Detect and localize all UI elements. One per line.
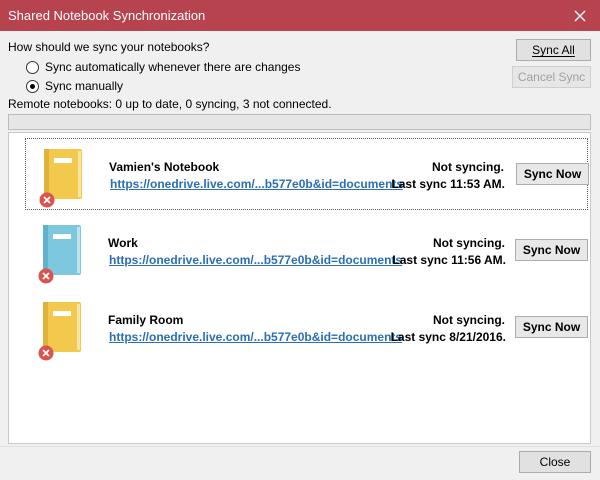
cancel-sync-label: Cancel Sync (517, 70, 586, 84)
close-button[interactable]: Close (519, 451, 591, 473)
title-bar: Shared Notebook Synchronization (0, 0, 600, 31)
close-icon (574, 10, 586, 21)
sync-now-button[interactable]: Sync Now (516, 163, 589, 185)
notebook-name: Work (108, 236, 138, 250)
close-window-button[interactable] (560, 0, 600, 31)
error-x-icon (38, 345, 54, 361)
notebook-link[interactable]: https://onedrive.live.com/...b577e0b&id=… (110, 177, 403, 191)
sync-now-label: Sync Now (522, 320, 581, 334)
notebook-last-sync: Last sync 11:53 AM. (391, 177, 505, 191)
footer-divider (0, 446, 600, 447)
notebook-link[interactable]: https://onedrive.live.com/...b577e0b&id=… (109, 330, 402, 344)
notebook-sync-status: Not syncing. (432, 313, 505, 327)
sync-automatically-option[interactable]: Sync automatically whenever there are ch… (26, 60, 300, 74)
notebook-name: Vamien's Notebook (109, 160, 220, 174)
notebook-last-sync: Last sync 11:56 AM. (392, 253, 506, 267)
notebook-sync-status: Not syncing. (431, 160, 504, 174)
error-x-icon (38, 268, 54, 284)
sync-progress-bar (8, 114, 591, 130)
sync-now-button[interactable]: Sync Now (515, 316, 588, 338)
notebook-name: Family Room (108, 313, 184, 327)
sync-all-label: Sync All (532, 43, 575, 57)
notebook-last-sync: Last sync 8/21/2016. (390, 330, 506, 344)
sync-automatically-radio[interactable] (26, 60, 39, 74)
sync-now-label: Sync Now (523, 167, 582, 181)
sync-now-label: Sync Now (522, 243, 581, 257)
close-button-label: Close (539, 455, 571, 469)
sync-automatically-label: Sync automatically whenever there are ch… (45, 60, 301, 74)
error-x-icon (39, 192, 55, 208)
sync-manually-radio[interactable] (26, 79, 39, 93)
remote-status-text: Remote notebooks: 0 up to date, 0 syncin… (8, 97, 332, 111)
notebook-list: Vamien's Notebook https://onedrive.live.c… (8, 132, 591, 444)
sync-manually-label: Sync manually (45, 79, 124, 93)
notebook-row[interactable]: Work https://onedrive.live.com/...b577e0b… (25, 215, 588, 287)
cancel-sync-button[interactable]: Cancel Sync (512, 66, 591, 88)
sync-question-label: How should we sync your notebooks? (8, 40, 210, 54)
notebook-row[interactable]: Vamien's Notebook https://onedrive.live.c… (25, 138, 589, 210)
sync-all-button[interactable]: Sync All (516, 39, 591, 61)
window-title: Shared Notebook Synchronization (8, 8, 206, 23)
sync-now-button[interactable]: Sync Now (515, 239, 588, 261)
sync-manually-option[interactable]: Sync manually (26, 79, 123, 93)
notebook-link[interactable]: https://onedrive.live.com/...b577e0b&id=… (109, 253, 402, 267)
notebook-row[interactable]: Family Room https://onedrive.live.com/...… (25, 292, 588, 364)
notebook-sync-status: Not syncing. (432, 236, 505, 250)
